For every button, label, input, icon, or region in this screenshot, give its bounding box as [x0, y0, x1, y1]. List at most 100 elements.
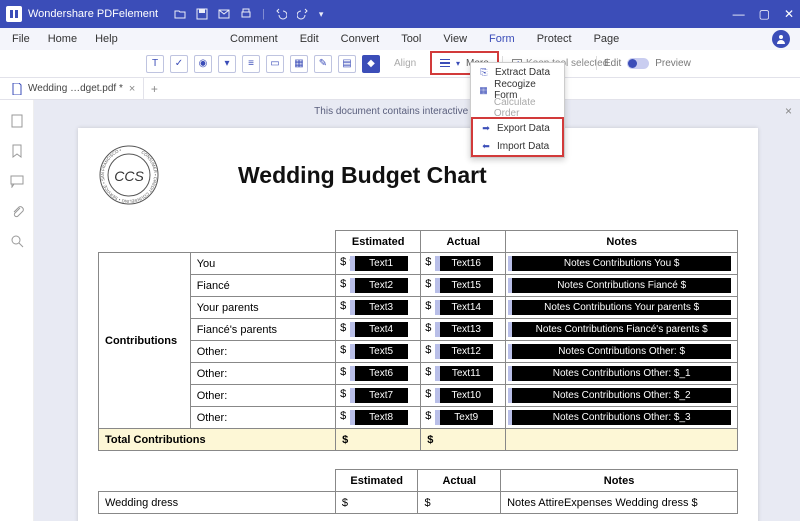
attire-table: Estimated Actual Notes Wedding dress $ $… — [98, 469, 738, 514]
user-avatar[interactable] — [772, 30, 790, 48]
menu-tool[interactable]: Tool — [401, 33, 421, 45]
radio-tool[interactable]: ◉ — [194, 55, 212, 73]
table-row: Fiancé's parents$Text4$Text13Notes Contr… — [99, 319, 738, 341]
col-actual: Actual — [418, 470, 501, 492]
menu-form[interactable]: Form — [489, 33, 515, 45]
quick-actions: | ▾ — [174, 8, 323, 20]
form-field[interactable]: Notes Contributions Other: $_1 — [512, 366, 731, 381]
document-canvas: This document contains interactive form … — [34, 100, 800, 521]
form-field[interactable]: Text5 — [354, 344, 408, 359]
chevron-down-icon[interactable]: ▾ — [319, 8, 324, 20]
form-field[interactable]: Text6 — [354, 366, 408, 381]
extract-icon: ⎘ — [479, 67, 489, 78]
row-label: Other: — [190, 363, 335, 385]
menu-page[interactable]: Page — [594, 33, 620, 45]
form-field[interactable]: Notes Contributions You $ — [512, 256, 731, 271]
total-row: Total Contributions $ $ — [99, 429, 738, 451]
form-field[interactable]: Text8 — [354, 410, 408, 425]
bookmarks-icon[interactable] — [10, 144, 24, 158]
table-row: Wedding dress $ $ Notes AttireExpenses W… — [99, 492, 738, 514]
total-act: $ — [421, 429, 506, 451]
svg-text:CCS: CCS — [114, 168, 144, 184]
row-label: You — [190, 253, 335, 275]
form-field[interactable]: Text16 — [439, 256, 493, 271]
form-field[interactable]: Text15 — [439, 278, 493, 293]
form-field[interactable]: Text13 — [439, 322, 493, 337]
table-row: Other:$Text8$Text9Notes Contributions Ot… — [99, 407, 738, 429]
form-field[interactable]: Text11 — [439, 366, 493, 381]
undo-icon[interactable] — [275, 8, 287, 20]
form-field[interactable]: Text7 — [354, 388, 408, 403]
hamburger-icon — [440, 59, 450, 68]
form-field[interactable]: Text12 — [439, 344, 493, 359]
menu-comment[interactable]: Comment — [230, 33, 278, 45]
col-notes: Notes — [501, 470, 738, 492]
combo-tool[interactable]: ▾ — [218, 55, 236, 73]
menu-bar: File Home Help Comment Edit Convert Tool… — [0, 28, 800, 50]
new-tab-button[interactable]: + — [144, 82, 164, 96]
form-field[interactable]: Notes Contributions Fiancé's parents $ — [512, 322, 731, 337]
form-field[interactable]: Notes AttireExpenses Wedding dress $ — [507, 497, 698, 509]
contributions-table: Estimated Actual Notes ContributionsYou$… — [98, 230, 738, 451]
form-field[interactable]: Text2 — [354, 278, 408, 293]
notice-close-icon[interactable]: × — [785, 104, 792, 118]
text-field-tool[interactable]: T — [146, 55, 164, 73]
form-field[interactable]: Text14 — [439, 300, 493, 315]
form-field[interactable]: Text9 — [439, 410, 493, 425]
form-field[interactable]: Notes Contributions Other: $_3 — [512, 410, 731, 425]
checkbox-tool[interactable]: ✓ — [170, 55, 188, 73]
date-tool[interactable]: ▤ — [338, 55, 356, 73]
thumbnails-icon[interactable] — [10, 114, 24, 128]
form-field[interactable]: Notes Contributions Your parents $ — [512, 300, 731, 315]
app-logo — [6, 6, 22, 22]
table-row: Other:$Text7$Text10Notes Contributions O… — [99, 385, 738, 407]
tab-close-icon[interactable]: × — [129, 83, 135, 95]
close-button[interactable]: ✕ — [784, 7, 794, 21]
menu-edit[interactable]: Edit — [300, 33, 319, 45]
table-row: Other:$Text5$Text12Notes Contributions O… — [99, 341, 738, 363]
table-row: Other:$Text6$Text11Notes Contributions O… — [99, 363, 738, 385]
dropdown-import-data[interactable]: ⬅Import Data — [473, 137, 562, 155]
form-notice-bar: This document contains interactive form … — [34, 100, 800, 122]
comments-icon[interactable] — [10, 174, 24, 188]
minimize-button[interactable]: — — [733, 7, 745, 21]
button-tool[interactable]: ▭ — [266, 55, 284, 73]
form-field[interactable]: Notes Contributions Other: $_2 — [512, 388, 731, 403]
redo-icon[interactable] — [297, 8, 309, 20]
signature-tool[interactable]: ✎ — [314, 55, 332, 73]
tab-label: Wedding …dget.pdf * — [28, 83, 123, 94]
list-tool[interactable]: ≡ — [242, 55, 260, 73]
save-icon[interactable] — [196, 8, 208, 20]
form-field[interactable]: Notes Contributions Fiancé $ — [512, 278, 731, 293]
print-icon[interactable] — [240, 8, 252, 20]
row-label: Your parents — [190, 297, 335, 319]
dropdown-export-data[interactable]: ➡Export Data — [473, 119, 562, 137]
maximize-button[interactable]: ▢ — [759, 7, 770, 21]
col-estimated: Estimated — [336, 231, 421, 253]
form-field[interactable]: Text3 — [354, 300, 408, 315]
edit-preview-toggle[interactable] — [627, 58, 649, 69]
form-field[interactable]: Notes Contributions Other: $ — [512, 344, 731, 359]
col-actual: Actual — [421, 231, 506, 253]
menu-home[interactable]: Home — [48, 33, 77, 45]
form-field[interactable]: Text4 — [354, 322, 408, 337]
eraser-tool[interactable]: ◆ — [362, 55, 380, 73]
menu-protect[interactable]: Protect — [537, 33, 572, 45]
form-field[interactable]: Text1 — [354, 256, 408, 271]
mail-icon[interactable] — [218, 8, 230, 20]
form-field[interactable]: Text10 — [439, 388, 493, 403]
menu-help[interactable]: Help — [95, 33, 118, 45]
menu-file[interactable]: File — [12, 33, 30, 45]
title-bar: Wondershare PDFelement | ▾ — ▢ ✕ — [0, 0, 800, 28]
chevron-down-icon: ▾ — [456, 59, 460, 68]
open-icon[interactable] — [174, 8, 186, 20]
menu-view[interactable]: View — [443, 33, 467, 45]
row-label: Wedding dress — [99, 492, 336, 514]
align-label: Align — [394, 58, 416, 69]
search-icon[interactable] — [10, 234, 24, 248]
document-tab[interactable]: Wedding …dget.pdf * × — [4, 78, 144, 100]
menu-convert[interactable]: Convert — [341, 33, 380, 45]
attachments-icon[interactable] — [10, 204, 24, 218]
col-notes: Notes — [506, 231, 738, 253]
image-tool[interactable]: ▦ — [290, 55, 308, 73]
